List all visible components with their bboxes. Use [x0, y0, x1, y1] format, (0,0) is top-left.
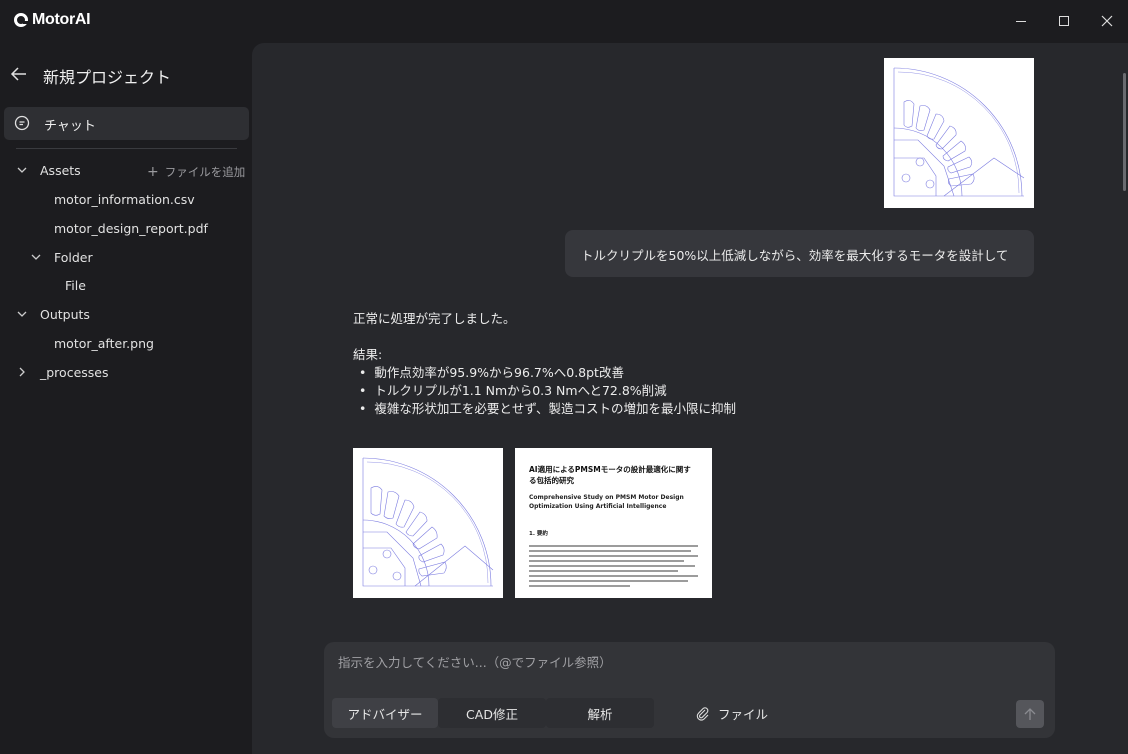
minimize-button[interactable] — [1006, 7, 1036, 35]
motor-cross-section-icon — [893, 67, 1025, 197]
tree-label: Assets — [40, 162, 81, 178]
sidebar-divider — [16, 148, 237, 149]
paper-subtitle: Comprehensive Study on PMSM Motor Design… — [529, 494, 684, 510]
plus-icon: + — [147, 164, 159, 180]
chat-bubble-icon — [14, 115, 30, 131]
paperclip-icon — [696, 706, 709, 721]
logo-icon — [14, 13, 29, 27]
add-file-label: ファイルを追加 — [164, 165, 246, 179]
project-title: 新規プロジェクト — [43, 68, 172, 87]
user-message: トルクリプルを50%以上低減しながら、効率を最大化するモータを設計して — [565, 230, 1034, 277]
message-composer: アドバイザー CAD修正 解析 ファイル — [324, 642, 1055, 738]
tree-folder-assets[interactable]: Assets — [16, 159, 81, 181]
paper-title: AI適用によるPMSMモータの設計最適化に関する包括的研究 — [529, 465, 691, 485]
chat-panel: トルクリプルを50%以上低減しながら、効率を最大化するモータを設計して 正常に処… — [252, 43, 1128, 754]
mode-advisor-button[interactable]: アドバイザー — [332, 698, 438, 728]
paper-body-lines — [529, 545, 698, 587]
user-message-text: トルクリプルを50%以上低減しながら、効率を最大化するモータを設計して — [581, 248, 1009, 263]
tree-label: Outputs — [40, 306, 90, 322]
app-logo: MotorAI — [14, 11, 91, 29]
tree-folder-processes[interactable]: _processes — [16, 361, 109, 383]
title-bar: MotorAI — [0, 0, 1128, 43]
ai-result-text: 動作点効率が95.9%から96.7%へ0.8pt改善 — [374, 365, 624, 380]
tree-file-label: File — [65, 277, 86, 293]
attach-file-button[interactable]: ファイル — [696, 704, 768, 723]
ai-result-text: トルクリプルが1.1 Nmから0.3 Nmへと72.8%削減 — [374, 383, 667, 398]
close-icon — [1101, 15, 1113, 27]
arrow-up-icon — [1024, 708, 1036, 720]
ai-result-heading: 結果: — [353, 347, 383, 362]
tree-file-label: motor_design_report.pdf — [54, 220, 208, 236]
ai-result-item: • 複雑な形状加工を必要とせず、製造コストの増加を最小限に抑制 — [359, 401, 736, 416]
tree-file[interactable]: File — [65, 274, 86, 296]
ai-result-item: • 動作点効率が95.9%から96.7%へ0.8pt改善 — [359, 365, 624, 380]
motor-image-before[interactable] — [884, 58, 1034, 208]
close-button[interactable] — [1092, 7, 1122, 35]
add-file-button[interactable]: + ファイルを追加 — [147, 164, 245, 180]
paper-section-heading: 1. 要約 — [529, 531, 548, 537]
scrollbar[interactable] — [1123, 73, 1126, 191]
motor-cross-section-icon — [362, 457, 494, 587]
tree-label: Folder — [54, 249, 93, 265]
tree-label: _processes — [40, 364, 109, 380]
ai-result-item: • トルクリプルが1.1 Nmから0.3 Nmへと72.8%削減 — [359, 383, 667, 398]
file-button-label: ファイル — [718, 707, 769, 722]
ai-result-text: 複雑な形状加工を必要とせず、製造コストの増加を最小限に抑制 — [374, 401, 736, 416]
motor-image-after[interactable] — [353, 448, 503, 598]
chat-label: チャット — [44, 119, 96, 134]
mode-analysis-button[interactable]: 解析 — [546, 698, 654, 728]
prompt-input[interactable] — [338, 655, 978, 670]
sidebar: 新規プロジェクト チャット Assets + ファイルを追加 motor_inf… — [0, 43, 252, 754]
maximize-icon — [1059, 16, 1069, 26]
tree-file[interactable]: motor_information.csv — [54, 188, 195, 210]
send-button[interactable] — [1016, 700, 1044, 728]
mode-cad-button[interactable]: CAD修正 — [438, 698, 546, 728]
chevron-down-icon — [17, 311, 27, 317]
tree-file[interactable]: motor_design_report.pdf — [54, 217, 208, 239]
chevron-down-icon — [31, 254, 41, 260]
minimize-icon — [1016, 20, 1026, 22]
chevron-down-icon — [17, 167, 27, 173]
tree-folder-folder[interactable]: Folder — [30, 246, 93, 268]
app-name: MotorAI — [32, 11, 91, 28]
tree-file[interactable]: motor_after.png — [54, 332, 154, 354]
back-arrow-icon[interactable] — [10, 65, 28, 83]
report-thumbnail[interactable]: AI適用によるPMSMモータの設計最適化に関する包括的研究 Comprehens… — [515, 448, 712, 598]
tree-file-label: motor_information.csv — [54, 191, 195, 207]
ai-status-text: 正常に処理が完了しました。 — [353, 311, 516, 326]
sidebar-item-chat[interactable]: チャット — [4, 107, 249, 140]
chevron-right-icon — [19, 367, 25, 377]
tree-folder-outputs[interactable]: Outputs — [16, 303, 90, 325]
maximize-button[interactable] — [1049, 7, 1079, 35]
tree-file-label: motor_after.png — [54, 335, 154, 351]
